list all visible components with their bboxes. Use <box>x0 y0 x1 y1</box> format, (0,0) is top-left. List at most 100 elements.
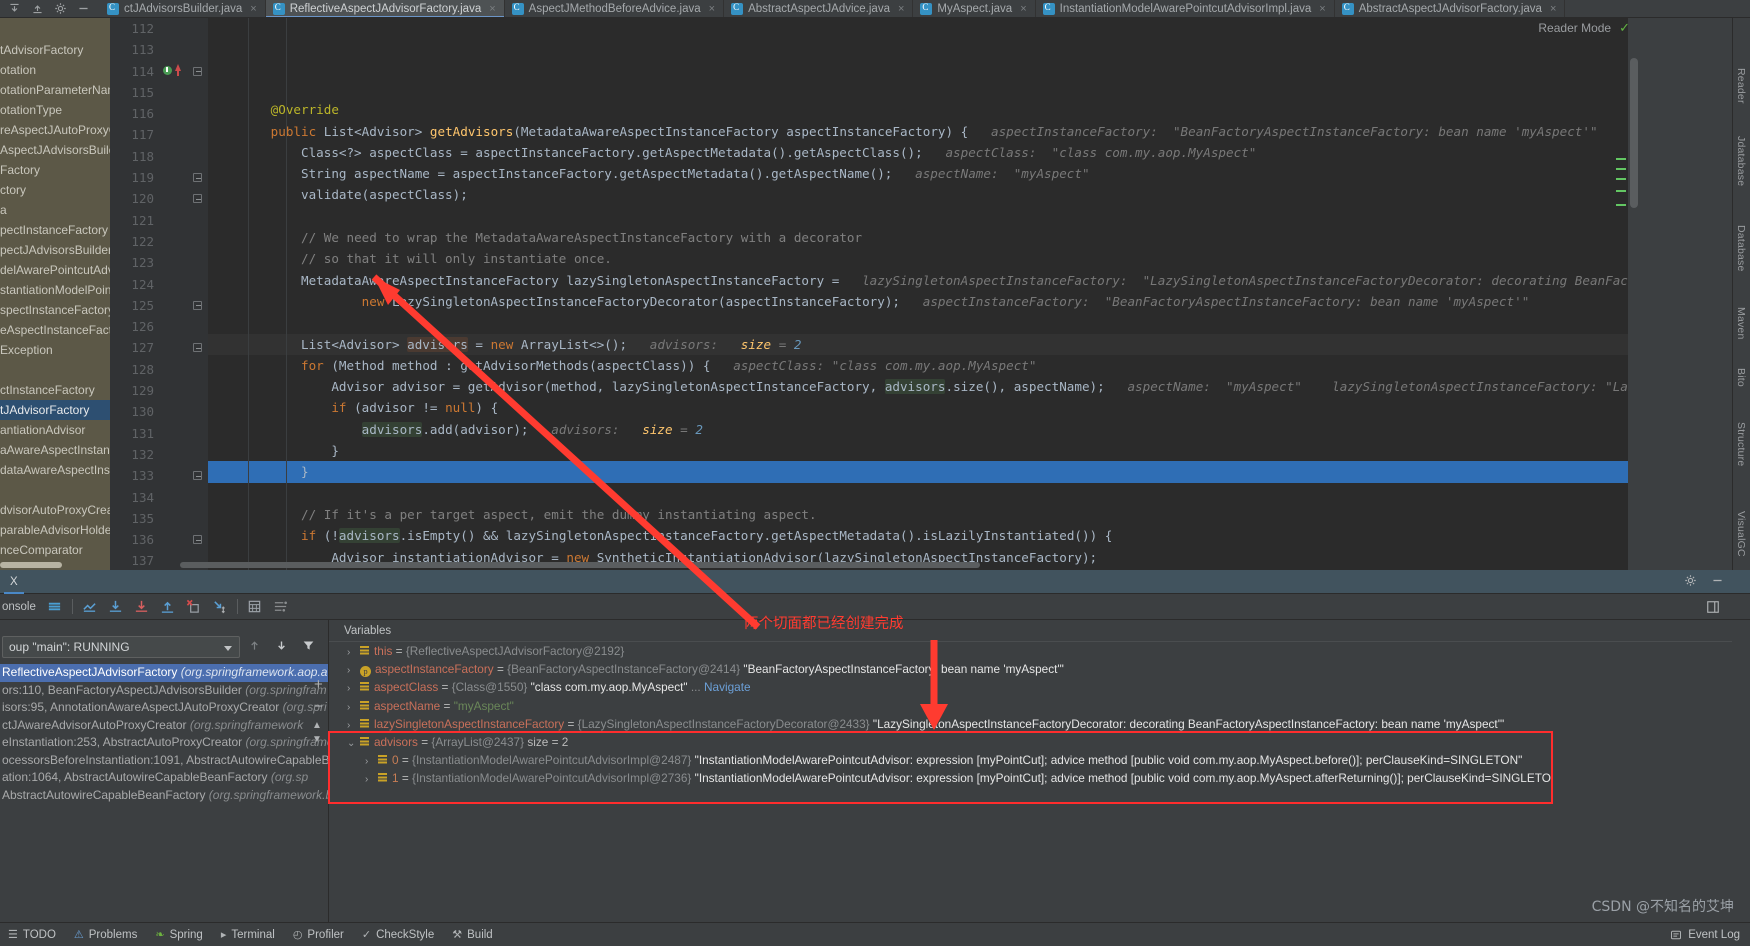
variables-tree[interactable]: › this = {ReflectiveAspectJAdvisorFactory… <box>329 642 1732 788</box>
close-icon[interactable]: × <box>489 3 495 15</box>
frame-row[interactable]: ation:1064, AbstractAutowireCapableBeanF… <box>0 769 328 787</box>
frame-row[interactable]: ocessorsBeforeInstantiation:1091, Abstra… <box>0 752 328 770</box>
tool-strip-jdatabase[interactable]: Jdatabase <box>1735 136 1747 186</box>
code-line-129[interactable]: } <box>208 440 1640 461</box>
structure-item-22[interactable] <box>0 480 110 500</box>
remove-watch-button[interactable]: − <box>314 698 323 715</box>
expand-toggle-icon[interactable]: › <box>365 771 373 787</box>
fold-toggle-icon[interactable] <box>193 535 202 545</box>
fold-toggle-icon[interactable] <box>193 471 202 481</box>
structure-item-17[interactable]: ctInstanceFactory <box>0 380 110 400</box>
hide-panel-icon[interactable] <box>77 2 90 15</box>
code-line-128[interactable]: advisors.add(advisor); advisors: size = … <box>208 419 1640 440</box>
gutter-line-133[interactable]: 133 <box>110 465 208 486</box>
inspection-ok-icon[interactable]: ✓ <box>1619 20 1630 36</box>
breakpoint-icon[interactable] <box>163 65 172 75</box>
add-watch-button[interactable]: + <box>314 676 323 693</box>
variable-row[interactable]: ⌄ advisors = {ArrayList@2437} size = 2 <box>329 733 1732 751</box>
gutter-line-116[interactable]: 116 <box>110 103 208 124</box>
reader-mode-indicator[interactable]: Reader Mode ✓ <box>1538 20 1630 36</box>
console-tab-label[interactable]: onsole <box>0 601 42 613</box>
fold-toggle-icon[interactable] <box>193 66 202 76</box>
code-line-119[interactable]: // We need to wrap the MetadataAwareAspe… <box>208 227 1640 248</box>
structure-item-6[interactable]: Factory <box>0 160 110 180</box>
close-icon[interactable]: × <box>1550 3 1556 15</box>
structure-item-24[interactable]: parableAdvisorHolde <box>0 520 110 540</box>
code-line-116[interactable]: String aspectName = aspectInstanceFactor… <box>208 163 1640 184</box>
gutter-line-130[interactable]: 130 <box>110 401 208 422</box>
expand-toggle-icon[interactable]: › <box>347 662 355 678</box>
variable-row[interactable]: › 1 = {InstantiationModelAwarePointcutAdv… <box>329 769 1732 787</box>
fold-toggle-icon[interactable] <box>193 194 202 204</box>
gutter-line-121[interactable]: 121 <box>110 210 208 231</box>
step-over-icon[interactable] <box>103 595 129 619</box>
code-line-131[interactable] <box>208 483 1640 504</box>
structure-item-1[interactable]: otation <box>0 60 110 80</box>
editor-tab-0[interactable]: ctJAdvisorsBuilder.java × <box>100 0 266 17</box>
gear-icon[interactable] <box>54 2 67 15</box>
gutter-line-134[interactable]: 134 <box>110 487 208 508</box>
structure-item-4[interactable]: reAspectJAutoProxyCr <box>0 120 110 140</box>
structure-item-21[interactable]: dataAwareAspectInsta <box>0 460 110 480</box>
variables-pane[interactable]: Variables › this = {ReflectiveAspectJAdvi… <box>328 620 1732 922</box>
expand-toggle-icon[interactable]: › <box>347 699 355 715</box>
structure-item-13[interactable]: spectInstanceFactory <box>0 300 110 320</box>
gutter-line-129[interactable]: 129 <box>110 380 208 401</box>
code-line-122[interactable]: new LazySingletonAspectInstanceFactoryDe… <box>208 291 1640 312</box>
gutter-line-125[interactable]: 125 <box>110 295 208 316</box>
show-execution-point-icon[interactable] <box>77 595 103 619</box>
event-log-label[interactable]: Event Log <box>1688 929 1740 941</box>
code-line-132[interactable]: // If it's a per target aspect, emit the… <box>208 504 1640 525</box>
structure-panel[interactable]: tAdvisorFactory otation otationParameterNa… <box>0 18 110 570</box>
editor-tab-4[interactable]: MyAspect.java × <box>913 0 1036 17</box>
gutter-line-123[interactable]: 123 <box>110 252 208 273</box>
expand-toggle-icon[interactable]: ⌄ <box>347 735 355 751</box>
debug-tab[interactable]: X <box>4 570 24 594</box>
collapse-all-icon[interactable] <box>8 2 21 15</box>
editor-scrollbar-thumb[interactable] <box>1630 58 1638 208</box>
structure-item-2[interactable]: otationParameterNam <box>0 80 110 100</box>
fold-toggle-icon[interactable] <box>193 173 202 183</box>
event-log-icon[interactable] <box>1670 929 1682 941</box>
thread-selector[interactable]: oup "main": RUNNING <box>2 636 240 658</box>
editor-scrollbar[interactable] <box>1628 18 1640 570</box>
gutter-line-126[interactable]: 126 <box>110 316 208 337</box>
frame-row[interactable]: AbstractAutowireCapableBeanFactory (org.… <box>0 787 328 805</box>
structure-item-3[interactable]: otationType <box>0 100 110 120</box>
code-line-124[interactable]: List<Advisor> advisors = new ArrayList<>… <box>208 333 1640 355</box>
gutter-line-115[interactable]: 115 <box>110 82 208 103</box>
tool-strip-database[interactable]: Database <box>1735 225 1747 272</box>
variable-row[interactable]: › lazySingletonAspectInstanceFactory = {L… <box>329 715 1732 733</box>
code-line-120[interactable]: // so that it will only instantiate once… <box>208 248 1640 269</box>
code-line-114[interactable]: public List<Advisor> getAdvisors(Metadat… <box>208 121 1640 142</box>
step-out-icon[interactable] <box>155 595 181 619</box>
editor-tab-2[interactable]: AspectJMethodBeforeAdvice.java × <box>505 0 725 17</box>
editor-gutter[interactable]: 112 113 114 115 116 117 118 119 120 121 122 123 124 1… <box>110 18 208 570</box>
gutter-line-119[interactable]: 119 <box>110 167 208 188</box>
variable-row[interactable]: › this = {ReflectiveAspectJAdvisorFactory… <box>329 642 1732 660</box>
editor-tab-1[interactable]: ReflectiveAspectJAdvisorFactory.java × <box>265 0 505 17</box>
structure-item-7[interactable]: ctory <box>0 180 110 200</box>
close-icon[interactable]: × <box>1319 3 1325 15</box>
status-bar-item-terminal[interactable]: ▸ Terminal <box>221 928 275 942</box>
frame-row[interactable]: ctJAwareAdvisorAutoProxyCreator (org.spr… <box>0 717 328 735</box>
structure-item-14[interactable]: eAspectInstanceFactor <box>0 320 110 340</box>
expand-toggle-icon[interactable]: › <box>347 717 355 733</box>
frame-down-icon[interactable] <box>275 638 288 653</box>
structure-horizontal-scrollbar[interactable] <box>0 562 62 568</box>
gutter-line-136[interactable]: 136 <box>110 529 208 550</box>
editor-code-area[interactable]: @Override public List<Advisor> getAdviso… <box>208 18 1640 570</box>
status-bar[interactable]: ☰ TODO ⚠ Problems ❧ Spring ▸ Terminal ◴ Profiler ✓… <box>0 922 1750 946</box>
frame-row[interactable]: eInstantiation:253, AbstractAutoProxyCre… <box>0 734 328 752</box>
frames-pane[interactable]: oup "main": RUNNING ReflectiveAspectJAdv… <box>0 620 328 922</box>
override-marker-icon[interactable] <box>175 63 181 76</box>
structure-item-12[interactable]: stantiationModelPoint <box>0 280 110 300</box>
status-bar-right[interactable]: Event Log <box>1670 929 1740 941</box>
settings-icon[interactable] <box>1684 574 1697 587</box>
editor-tab-5[interactable]: InstantiationModelAwarePointcutAdvisorIm… <box>1036 0 1335 17</box>
gutter-line-132[interactable]: 132 <box>110 444 208 465</box>
settings-list-icon[interactable] <box>268 595 294 619</box>
editor-tab-6[interactable]: AbstractAspectJAdvisorFactory.java × <box>1335 0 1566 17</box>
status-bar-item-checkstyle[interactable]: ✓ CheckStyle <box>362 928 434 942</box>
structure-item-18[interactable]: tJAdvisorFactory <box>0 400 110 420</box>
